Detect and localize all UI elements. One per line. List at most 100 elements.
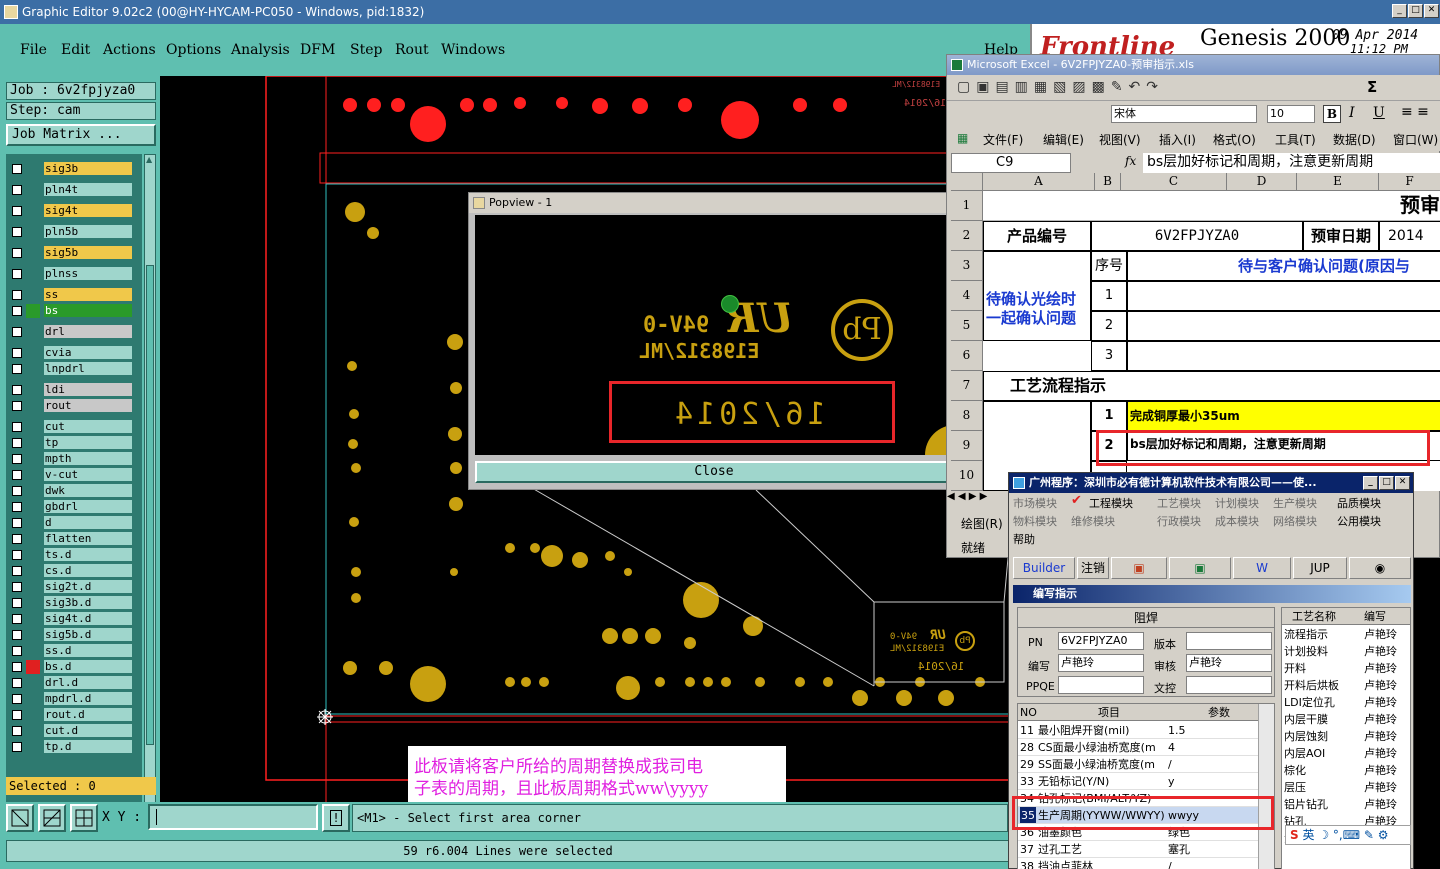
layer-name[interactable]: v-cut [44,468,132,481]
layer-name[interactable]: ss.d [44,644,132,657]
param-row[interactable]: 38 挡油点菲林 / [1018,858,1258,869]
product-value-cell[interactable]: 6V2FPJYZA0 [1091,221,1303,251]
erp-module-item[interactable]: 计划模块 [1215,495,1259,511]
name-box[interactable]: C9 [951,153,1071,173]
layer-name[interactable]: drl [44,325,132,338]
layer-checkbox[interactable] [12,306,22,316]
layer-row-pln4t[interactable]: pln4t [6,183,142,197]
layer-name[interactable]: cs.d [44,564,132,577]
menu-analysis[interactable]: Analysis [231,42,290,58]
erp-tool-button-3[interactable]: ▣ [1169,557,1231,579]
layer-row-v-cut[interactable]: v-cut [6,468,142,482]
pn-field[interactable]: 6V2FPJYZA0 [1058,632,1144,650]
layer-name[interactable]: sig5b [44,246,132,259]
column-header[interactable]: D [1227,173,1297,191]
layer-row-drl[interactable]: drl [6,325,142,339]
layer-name[interactable]: lnpdrl [44,362,132,375]
proc-row[interactable]: LDI定位孔 卢艳玲 [1282,694,1410,711]
row-header[interactable]: 1 [951,191,983,221]
erp-close-button[interactable]: ✕ [1395,476,1410,490]
author-field[interactable]: 卢艳玲 [1058,654,1144,672]
menu-actions[interactable]: Actions [103,42,156,58]
layer-name[interactable]: cvia [44,346,132,359]
erp-tool-button-1[interactable]: 注销 [1077,557,1109,579]
popview-close-button[interactable]: Close [475,461,953,483]
proc-row[interactable]: 棕化 卢艳玲 [1282,762,1410,779]
column-header[interactable]: E [1297,173,1379,191]
layer-row-plnss[interactable]: plnss [6,267,142,281]
seq-num-cell[interactable]: 3 [1091,341,1127,371]
autosum-icon[interactable]: Σ [1367,78,1377,96]
menu-rout[interactable]: Rout [395,42,429,58]
layer-name[interactable]: rout [44,399,132,412]
layer-name[interactable]: flatten [44,532,132,545]
excel-menu-item[interactable]: 格式(O) [1213,131,1256,148]
row-header[interactable]: 6 [951,341,983,371]
proc-row[interactable]: 计划投料 卢艳玲 [1282,643,1410,660]
row-header[interactable]: 7 [951,371,983,401]
erp-module-item[interactable]: 工程模块 [1089,495,1133,511]
layer-row-dwk[interactable]: dwk [6,484,142,498]
layer-row-mpth[interactable]: mpth [6,452,142,466]
doc-field[interactable] [1186,676,1272,694]
proc-row[interactable]: 层压 卢艳玲 [1282,779,1410,796]
layer-row-sig5b[interactable]: sig5b [6,246,142,260]
bold-button[interactable]: B [1323,105,1341,123]
date-label-cell[interactable]: 预审日期 [1303,221,1379,251]
excel-menu-item[interactable]: 编辑(E) [1043,131,1084,148]
param-table[interactable]: NO 项目 参数 11 最小阻焊开窗(mil) 1.5 28 CS面最小绿油桥宽度(m 4 29 S… [1017,703,1275,869]
layer-name[interactable]: sig4t [44,204,132,217]
erp-module-item[interactable]: 生产模块 [1273,495,1317,511]
layer-row-cut.d[interactable]: cut.d [6,724,142,738]
layer-name[interactable]: ss [44,288,132,301]
layer-name[interactable]: pln5b [44,225,132,238]
layer-checkbox[interactable] [12,550,22,560]
layer-name[interactable]: cut [44,420,132,433]
excel-menu-item[interactable]: 工具(T) [1275,131,1316,148]
param-row[interactable]: 37 过孔工艺 塞孔 [1018,841,1258,858]
layer-name[interactable]: ts.d [44,548,132,561]
erp-tool-button-4[interactable]: W [1233,557,1291,579]
maximize-button[interactable]: □ [1408,4,1423,18]
row-header[interactable]: 3 [951,251,983,281]
erp-module-item[interactable]: 市场模块 [1013,495,1057,511]
column-header[interactable]: C [1121,173,1227,191]
erp-module-item[interactable]: 公用模块 [1337,513,1381,529]
pending-issues-cell[interactable]: 待确认光绘时一起确认问题 [983,251,1091,341]
proc-col-header[interactable]: 编写 [1364,608,1386,625]
row-header[interactable]: 4 [951,281,983,311]
layer-name[interactable]: pln4t [44,183,132,196]
layer-checkbox[interactable] [12,502,22,512]
erp-module-item[interactable]: 成本模块 [1215,513,1259,529]
layer-row-cvia[interactable]: cvia [6,346,142,360]
layer-checkbox[interactable] [12,646,22,656]
layer-name[interactable]: sig5b.d [44,628,132,641]
erp-maximize-button[interactable]: □ [1379,476,1394,490]
layer-name[interactable]: tp.d [44,740,132,753]
layer-name[interactable]: tp [44,436,132,449]
layer-name[interactable]: plnss [44,267,132,280]
layer-row-d[interactable]: d [6,516,142,530]
layer-name[interactable]: sig2t.d [44,580,132,593]
proc-row[interactable]: 内层蚀刻 卢艳玲 [1282,728,1410,745]
param-col-header[interactable]: 项目 [1098,704,1120,721]
erp-help-item[interactable]: 帮助 [1013,531,1035,547]
param-col-header[interactable]: 参数 [1208,704,1230,721]
layer-row-pln5b[interactable]: pln5b [6,225,142,239]
layer-name[interactable]: cut.d [44,724,132,737]
menu-edit[interactable]: Edit [61,42,90,58]
column-header[interactable]: F [1379,173,1440,191]
layer-checkbox[interactable] [12,630,22,640]
erp-module-item[interactable]: 维修模块 [1071,513,1115,529]
excel-menu-item[interactable]: 插入(I) [1159,131,1196,148]
erp-tool-button-6[interactable]: ◉ [1349,557,1411,579]
process-header-cell[interactable]: 工艺流程指示 [983,371,1440,401]
erp-module-item[interactable]: 工艺模块 [1157,495,1201,511]
layer-checkbox[interactable] [12,348,22,358]
erp-tool-button-2[interactable]: ▣ [1111,557,1167,579]
layer-checkbox[interactable] [12,470,22,480]
layer-checkbox[interactable] [12,742,22,752]
proc-row[interactable]: 流程指示 卢艳玲 [1282,626,1410,643]
layer-row-cut[interactable]: cut [6,420,142,434]
column-header[interactable]: B [1095,173,1121,191]
